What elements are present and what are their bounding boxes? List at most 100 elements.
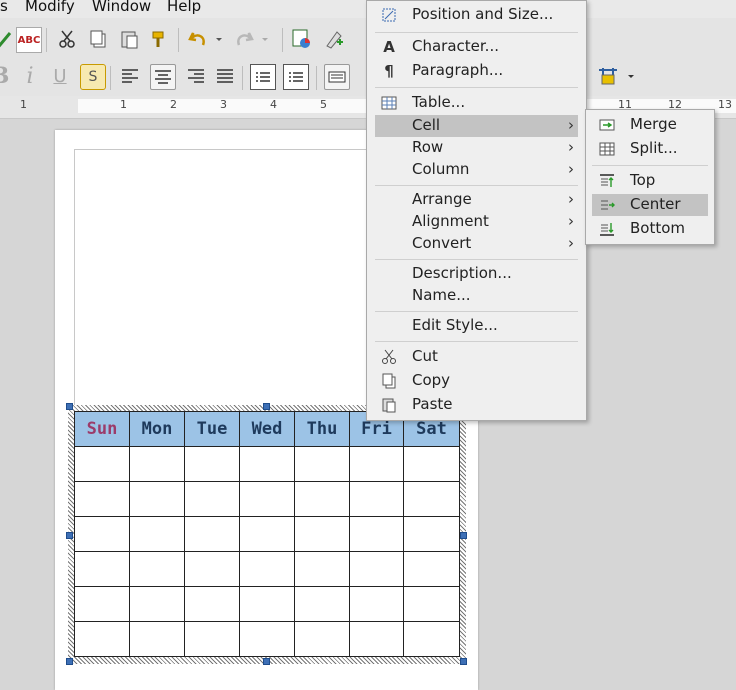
table-cell[interactable]	[239, 551, 295, 587]
table-cell[interactable]	[184, 621, 240, 657]
table-cell[interactable]	[349, 621, 404, 657]
menu-item-description[interactable]: Description...	[367, 263, 586, 285]
menu-item-help[interactable]: Help	[167, 0, 201, 15]
copy-icon[interactable]	[86, 27, 110, 51]
redo-icon[interactable]	[232, 27, 256, 51]
numbering-icon[interactable]	[250, 64, 276, 90]
selection-handle[interactable]	[460, 532, 467, 539]
text-frame[interactable]	[74, 149, 371, 406]
paste-icon[interactable]	[117, 27, 141, 51]
table-cell[interactable]	[349, 516, 404, 552]
table-cell[interactable]	[403, 446, 460, 482]
menu-item-edit-style[interactable]: Edit Style...	[367, 315, 586, 337]
redo-dropdown-icon[interactable]	[258, 27, 272, 51]
table-cell[interactable]	[349, 481, 404, 517]
submenu-item-bottom[interactable]: Bottom	[586, 218, 714, 240]
line-spacing-icon[interactable]	[324, 64, 350, 90]
submenu-item-split[interactable]: Split...	[586, 138, 714, 160]
table-cell[interactable]	[349, 551, 404, 587]
day-header-thu[interactable]: Thu	[294, 411, 350, 447]
table-cell[interactable]	[184, 516, 240, 552]
undo-dropdown-icon[interactable]	[212, 27, 226, 51]
menu-item-column[interactable]: Column ›	[367, 159, 586, 181]
day-header-tue[interactable]: Tue	[184, 411, 240, 447]
day-header-wed[interactable]: Wed	[239, 411, 295, 447]
day-header-mon[interactable]: Mon	[129, 411, 185, 447]
spellcheck-icon[interactable]: ABC	[16, 27, 42, 53]
menu-item-convert[interactable]: Convert ›	[367, 233, 586, 255]
scissors-icon[interactable]	[55, 27, 79, 51]
bullets-icon[interactable]	[283, 64, 309, 90]
table-cell[interactable]	[294, 586, 350, 622]
clone-formatting-icon[interactable]	[148, 27, 172, 51]
align-center-icon[interactable]	[150, 64, 176, 90]
menu-item-window[interactable]: Window	[92, 0, 151, 15]
menu-item-paste[interactable]: Paste	[367, 394, 586, 416]
selection-handle[interactable]	[460, 658, 467, 665]
table-cell[interactable]	[403, 481, 460, 517]
table-cell[interactable]	[74, 621, 130, 657]
align-right-icon[interactable]	[184, 64, 208, 88]
table-cell[interactable]	[239, 446, 295, 482]
menu-item-cell[interactable]: Cell ›	[375, 115, 578, 137]
table-cell[interactable]	[184, 586, 240, 622]
shadow-icon[interactable]: S	[80, 64, 106, 90]
check-icon[interactable]	[0, 27, 14, 51]
table-cell[interactable]	[74, 551, 130, 587]
calendar-table[interactable]: Sun Mon Tue Wed Thu Fri Sat	[74, 411, 460, 657]
draw-functions-icon[interactable]	[322, 27, 346, 51]
menu-item-table[interactable]: Table...	[367, 92, 586, 114]
menu-item-arrange[interactable]: Arrange ›	[367, 189, 586, 211]
insert-chart-icon[interactable]	[290, 27, 314, 51]
bold-icon[interactable]: B	[0, 63, 12, 89]
selection-handle[interactable]	[263, 658, 270, 665]
table-cell[interactable]	[239, 586, 295, 622]
table-cell[interactable]	[239, 481, 295, 517]
table-properties-dropdown-icon[interactable]	[624, 64, 638, 88]
table-cell[interactable]	[184, 481, 240, 517]
table-cell[interactable]	[294, 446, 350, 482]
table-cell[interactable]	[403, 516, 460, 552]
table-cell[interactable]	[129, 446, 185, 482]
table-cell[interactable]	[294, 516, 350, 552]
menu-item-modify[interactable]: Modify	[25, 0, 75, 15]
table-cell[interactable]	[403, 586, 460, 622]
menu-item-position-and-size[interactable]: Position and Size...	[367, 4, 586, 26]
table-cell[interactable]	[129, 621, 185, 657]
table-cell[interactable]	[74, 586, 130, 622]
italic-icon[interactable]: i	[18, 64, 42, 89]
underline-icon[interactable]: U	[48, 64, 72, 88]
table-cell[interactable]	[403, 551, 460, 587]
menu-item-copy[interactable]: Copy	[367, 370, 586, 392]
table-cell[interactable]	[349, 586, 404, 622]
table-cell[interactable]	[294, 621, 350, 657]
selection-handle[interactable]	[66, 658, 73, 665]
menu-item-character[interactable]: A Character...	[367, 36, 586, 58]
submenu-item-merge[interactable]: Merge	[586, 114, 714, 136]
table-cell[interactable]	[239, 516, 295, 552]
table-cell[interactable]	[184, 446, 240, 482]
table-cell[interactable]	[129, 481, 185, 517]
table-cell[interactable]	[129, 551, 185, 587]
table-cell[interactable]	[74, 516, 130, 552]
submenu-item-center[interactable]: Center	[592, 194, 708, 216]
selection-handle[interactable]	[263, 403, 270, 410]
table-cell[interactable]	[349, 446, 404, 482]
table-cell[interactable]	[129, 586, 185, 622]
table-cell[interactable]	[129, 516, 185, 552]
selection-handle[interactable]	[66, 403, 73, 410]
justify-icon[interactable]	[213, 64, 237, 88]
menu-item-name[interactable]: Name...	[367, 285, 586, 307]
table-cell[interactable]	[184, 551, 240, 587]
table-cell[interactable]	[294, 551, 350, 587]
menu-item-alignment[interactable]: Alignment ›	[367, 211, 586, 233]
submenu-item-top[interactable]: Top	[586, 170, 714, 192]
table-properties-icon[interactable]	[596, 64, 620, 88]
selection-handle[interactable]	[66, 532, 73, 539]
table-cell[interactable]	[294, 481, 350, 517]
align-left-icon[interactable]	[118, 64, 142, 88]
day-header-sun[interactable]: Sun	[74, 411, 130, 447]
table-cell[interactable]	[74, 446, 130, 482]
menu-item-truncated[interactable]: s	[0, 0, 8, 15]
undo-icon[interactable]	[186, 27, 210, 51]
